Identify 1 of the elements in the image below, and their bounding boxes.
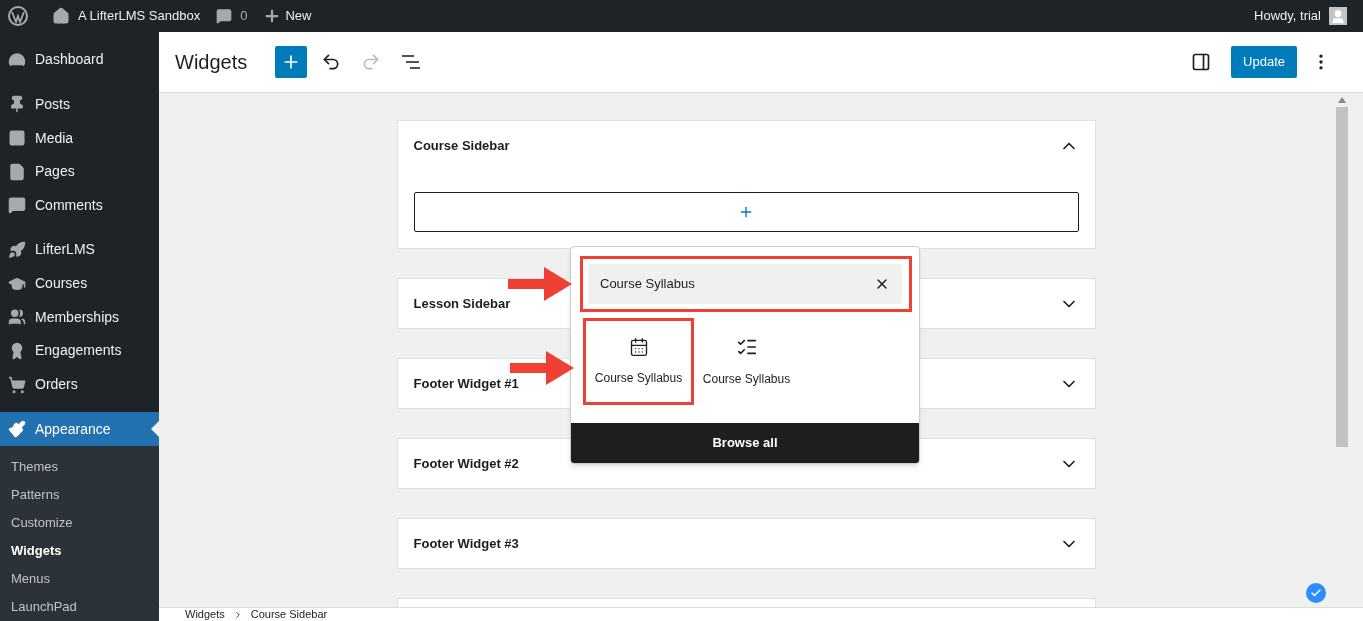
page-title: Widgets — [175, 50, 248, 75]
